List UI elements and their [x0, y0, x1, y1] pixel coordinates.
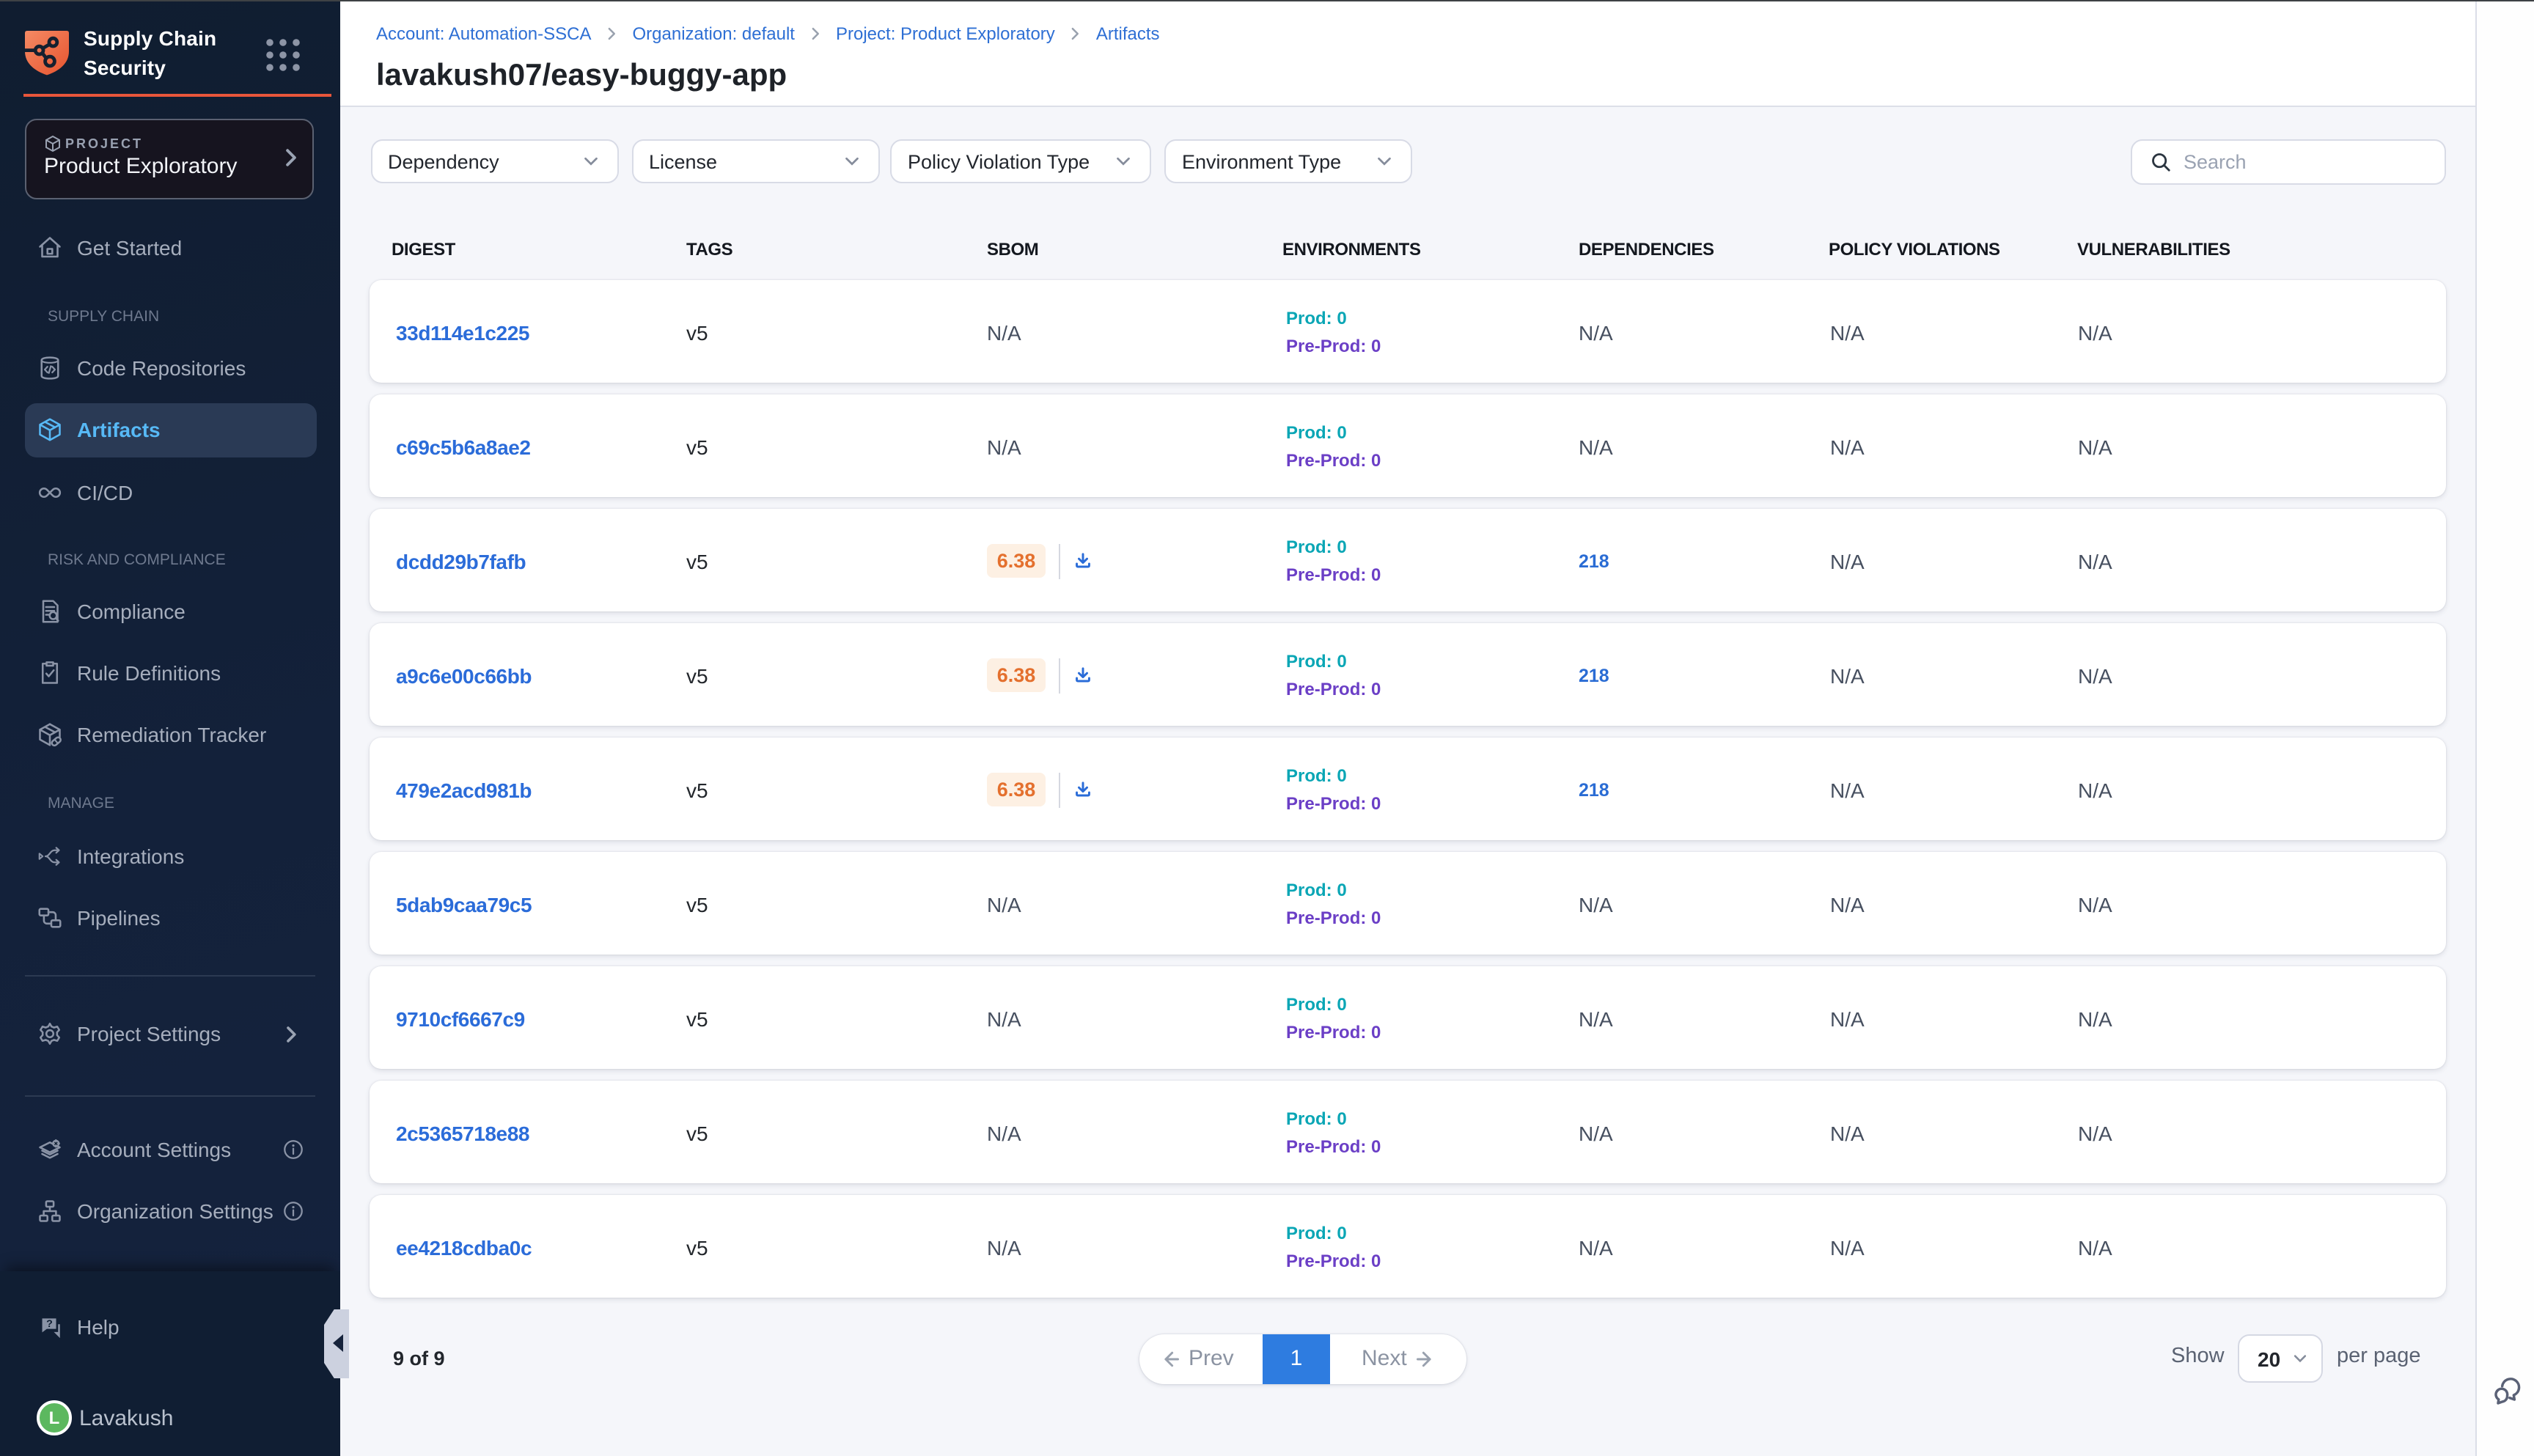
svg-text:?: ?: [46, 1318, 53, 1330]
